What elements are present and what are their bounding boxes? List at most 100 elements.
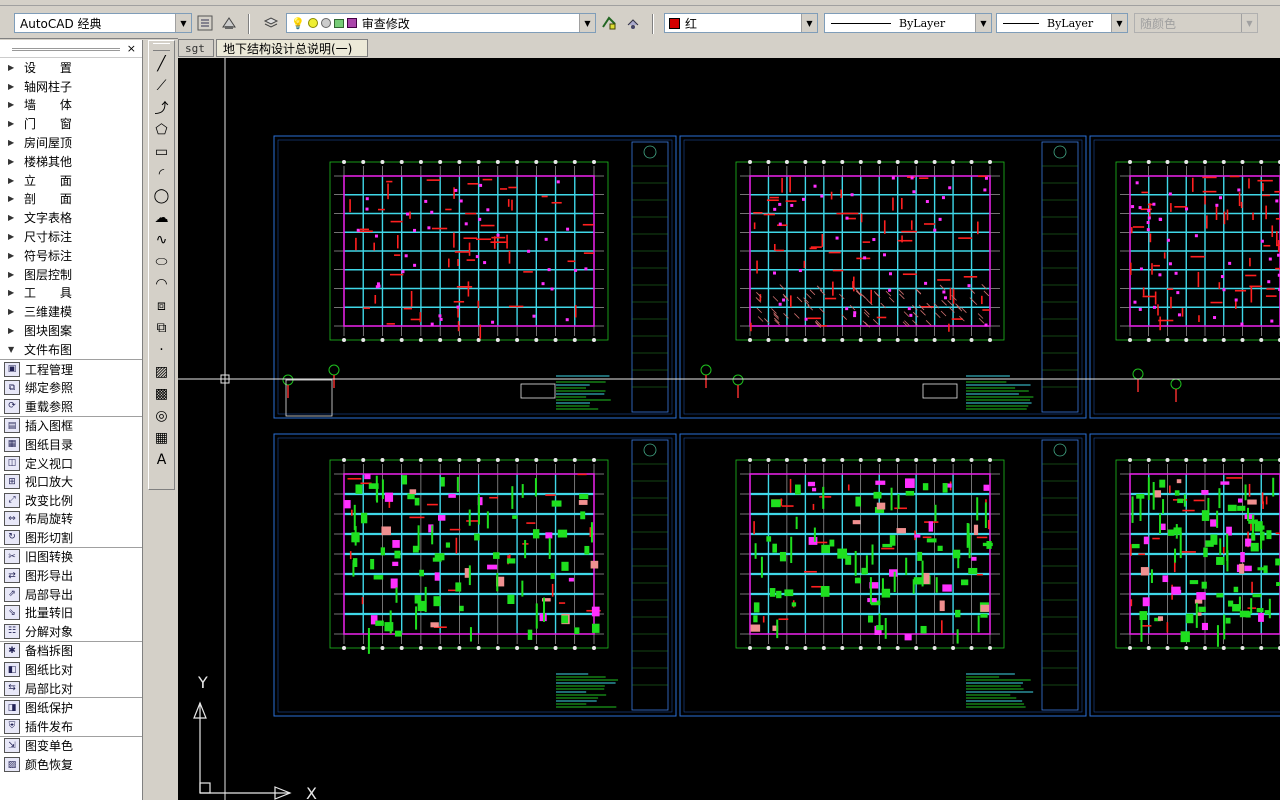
color-combo[interactable]: 红 ▼ <box>664 13 818 33</box>
plotstyle-combo: 随颜色 ▼ <box>1134 13 1258 33</box>
freeze-viewport-icon[interactable] <box>320 18 331 28</box>
menu-item[interactable]: ▶ 设 置 <box>0 58 142 77</box>
lightbulb-icon[interactable]: 💡 <box>291 17 305 30</box>
drawing-canvas[interactable]: Y X <box>178 58 1280 800</box>
collapsed-arrow-icon: ▶ <box>8 156 15 166</box>
command-item[interactable]: ◫ 定义视口 <box>0 454 142 473</box>
panel-grip[interactable] <box>12 48 120 51</box>
mtext-icon[interactable]: A <box>149 449 174 471</box>
menu-item[interactable]: ▶ 图块图案 <box>0 321 142 340</box>
menu-item-label: 文字表格 <box>24 211 73 226</box>
tab-sgt[interactable]: sgt <box>178 39 214 57</box>
menu-item[interactable]: ▶ 剖 面 <box>0 190 142 209</box>
command-item[interactable]: ⇆ 局部比对 <box>0 679 142 698</box>
insert-block-icon[interactable]: ⧈ <box>149 295 174 317</box>
command-item[interactable]: ☷ 分解对象 <box>0 622 142 641</box>
menu-item[interactable]: ▶ 门 窗 <box>0 114 142 133</box>
command-group: ⇲ 图变单色 ▨ 颜色恢复 <box>0 735 142 774</box>
line-icon[interactable]: ╱ <box>149 53 174 75</box>
command-item[interactable]: ◧ 图纸比对 <box>0 660 142 679</box>
menu-item-label: 剖 面 <box>24 192 72 207</box>
command-item[interactable]: ✱ 备档拆图 <box>0 642 142 661</box>
menu-item[interactable]: ▶ 房间屋顶 <box>0 133 142 152</box>
sun-icon[interactable] <box>307 18 318 28</box>
lineweight-combo[interactable]: ByLayer ▼ <box>996 13 1128 33</box>
ellipse-icon[interactable]: ⬭ <box>149 251 174 273</box>
table-icon[interactable]: ▦ <box>149 427 174 449</box>
command-item[interactable]: ⧉ 绑定参照 <box>0 378 142 397</box>
command-item[interactable]: ▦ 图纸目录 <box>0 435 142 454</box>
drawing-sheet <box>679 433 1087 717</box>
command-item[interactable]: ⇗ 局部导出 <box>0 585 142 604</box>
command-icon: ⟳ <box>4 398 20 414</box>
command-icon: ▨ <box>4 757 20 773</box>
command-icon: ✱ <box>4 643 20 659</box>
make-current-layer-icon[interactable] <box>600 14 618 32</box>
command-item[interactable]: ↻ 图形切割 <box>0 528 142 547</box>
command-item[interactable]: ⇘ 批量转旧 <box>0 603 142 622</box>
command-item[interactable]: ◨ 图纸保护 <box>0 698 142 717</box>
polygon-icon[interactable]: ⬠ <box>149 119 174 141</box>
command-group: ✱ 备档拆图 ◧ 图纸比对 ⇆ 局部比对 <box>0 640 142 698</box>
layer-manager-icon[interactable] <box>262 14 280 32</box>
xline-icon[interactable]: ⟋ <box>149 75 174 97</box>
menu-item-label: 楼梯其他 <box>24 154 73 169</box>
ellipse-arc-icon[interactable]: ◠ <box>149 273 174 295</box>
layer-combo[interactable]: 💡 审查修改 ▼ <box>286 13 596 33</box>
command-item[interactable]: ⊞ 视口放大 <box>0 472 142 491</box>
toolbar-separator <box>652 14 654 34</box>
menu-item[interactable]: ▶ 符号标注 <box>0 246 142 265</box>
chevron-down-icon[interactable]: ▼ <box>801 14 817 32</box>
menu-item[interactable]: ▶ 文字表格 <box>0 208 142 227</box>
spline-icon[interactable]: ∿ <box>149 229 174 251</box>
menu-item[interactable]: ▶ 立 面 <box>0 171 142 190</box>
layer-previous-icon[interactable] <box>624 14 642 32</box>
command-item[interactable]: ⇄ 图形导出 <box>0 566 142 585</box>
legend-table <box>285 379 333 417</box>
chevron-down-icon[interactable]: ▼ <box>975 14 991 32</box>
lock-icon[interactable] <box>333 18 344 28</box>
plotstyle-value: 随颜色 <box>1140 16 1177 31</box>
menu-item-label: 图层控制 <box>24 267 73 282</box>
collapsed-arrow-icon: ▶ <box>8 250 15 260</box>
point-icon[interactable]: · <box>149 339 174 361</box>
command-item[interactable]: ▨ 颜色恢复 <box>0 755 142 774</box>
close-icon[interactable]: × <box>127 42 136 55</box>
menu-item[interactable]: ▶ 楼梯其他 <box>0 152 142 171</box>
menu-item[interactable]: ▼ 文件布图 <box>0 340 142 359</box>
workspace-save-icon[interactable] <box>220 14 238 32</box>
chevron-down-icon[interactable]: ▼ <box>1111 14 1127 32</box>
linetype-combo[interactable]: ByLayer ▼ <box>824 13 992 33</box>
menu-item[interactable]: ▶ 工 具 <box>0 284 142 303</box>
toolbar-grip[interactable] <box>153 43 170 51</box>
region-icon[interactable]: ◎ <box>149 405 174 427</box>
menu-item[interactable]: ▶ 轴网柱子 <box>0 77 142 96</box>
make-block-icon[interactable]: ⧉ <box>149 317 174 339</box>
command-item[interactable]: ⟳ 重载参照 <box>0 397 142 416</box>
menu-item[interactable]: ▶ 墙 体 <box>0 96 142 115</box>
command-icon: ▦ <box>4 436 20 452</box>
command-item[interactable]: ⇔ 布局旋转 <box>0 510 142 529</box>
menu-item[interactable]: ▶ 三维建模 <box>0 302 142 321</box>
arc-icon[interactable]: ◜ <box>149 163 174 185</box>
command-item[interactable]: ▤ 插入图框 <box>0 417 142 436</box>
command-item[interactable]: ⤢ 改变比例 <box>0 491 142 510</box>
gradient-icon[interactable]: ▩ <box>149 383 174 405</box>
menu-item[interactable]: ▶ 图层控制 <box>0 265 142 284</box>
revcloud-icon[interactable]: ☁ <box>149 207 174 229</box>
circle-icon[interactable]: ◯ <box>149 185 174 207</box>
chevron-down-icon[interactable]: ▼ <box>579 14 595 32</box>
command-item[interactable]: ✂ 旧图转换 <box>0 548 142 567</box>
workspace-combo[interactable]: AutoCAD 经典 ▼ <box>14 13 192 33</box>
collapsed-arrow-icon: ▶ <box>8 326 15 336</box>
workspace-settings-icon[interactable] <box>196 14 214 32</box>
hatch-icon[interactable]: ▨ <box>149 361 174 383</box>
chevron-down-icon[interactable]: ▼ <box>175 14 191 32</box>
polyline-icon[interactable]: ⤴ <box>149 97 174 119</box>
command-item[interactable]: ⇲ 图变单色 <box>0 737 142 756</box>
tab-active-drawing[interactable]: 地下结构设计总说明(一) <box>216 39 368 57</box>
command-item[interactable]: ▣ 工程管理 <box>0 360 142 379</box>
menu-item[interactable]: ▶ 尺寸标注 <box>0 227 142 246</box>
command-item[interactable]: ⛨ 插件发布 <box>0 717 142 736</box>
rectangle-icon[interactable]: ▭ <box>149 141 174 163</box>
